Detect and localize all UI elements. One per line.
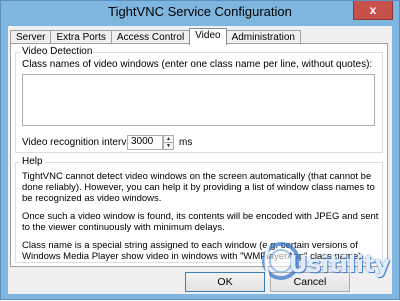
title-bar[interactable]: TightVNC Service Configuration x [1,1,399,25]
interval-label: Video recognition interval: [22,137,137,148]
tab-video[interactable]: Video [189,28,227,45]
dialog-client-area: Server Extra Ports Access Control Video … [8,26,392,294]
window-title: TightVNC Service Configuration [108,4,292,19]
interval-spinner[interactable]: ▲ ▼ [163,135,174,150]
dialog-window: TightVNC Service Configuration x Server … [0,0,400,300]
tab-panel-video: Video Detection Class names of video win… [10,43,388,267]
help-group: Help TightVNC cannot detect video window… [15,156,383,263]
tab-strip: Server Extra Ports Access Control Video … [10,28,301,45]
help-title: Help [20,156,45,167]
help-paragraph: TightVNC cannot detect video windows on … [22,171,375,204]
spin-down-icon[interactable]: ▼ [164,143,173,150]
ok-button[interactable]: OK [185,272,265,292]
help-text: TightVNC cannot detect video windows on … [22,171,380,269]
help-paragraph: Class name is a special string assigned … [22,240,365,262]
class-names-label: Class names of video windows (enter one … [22,59,373,70]
help-paragraph: Once such a video window is found, its c… [22,211,379,233]
video-detection-group: Video Detection Class names of video win… [15,46,383,153]
cancel-button[interactable]: Cancel [270,272,350,292]
video-detection-title: Video Detection [20,46,95,57]
close-button[interactable]: x [353,1,393,20]
interval-unit: ms [179,137,193,148]
close-icon: x [369,3,377,17]
class-names-textarea[interactable] [22,74,375,126]
interval-input[interactable]: 3000 [127,135,163,150]
